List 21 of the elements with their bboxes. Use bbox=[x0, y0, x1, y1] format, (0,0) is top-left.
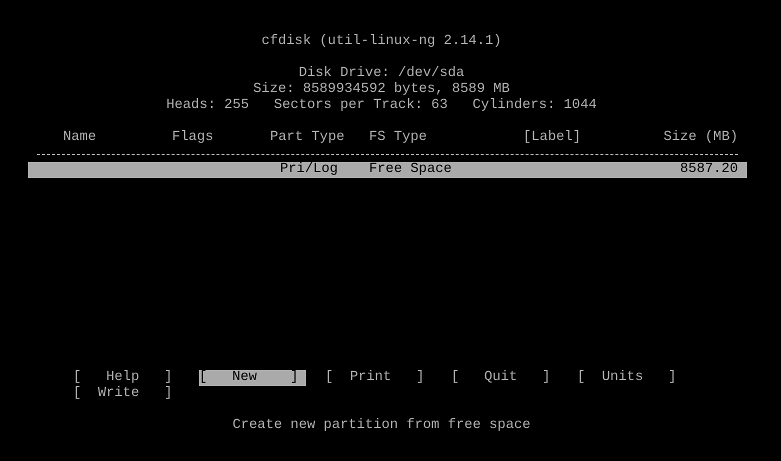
table-cell-text: Pri/Log bbox=[279, 162, 339, 178]
column-header: Name bbox=[63, 130, 98, 146]
column-header: [Label] bbox=[523, 130, 582, 146]
column-header: Size (MB) bbox=[662, 130, 738, 146]
disk-geometry-text: Heads: 255 Sectors per Track: 63 Cylinders: 1044 bbox=[166, 98, 597, 113]
menu-button[interactable]: [ Quit ] bbox=[451, 370, 558, 386]
column-header: FS Type bbox=[369, 130, 428, 146]
partition-row[interactable]: Pri/Log Free Space 8587.20 bbox=[28, 162, 747, 178]
menu-button[interactable]: [ Print ] bbox=[325, 370, 432, 386]
menu-button[interactable]: [ Units ] bbox=[577, 370, 684, 386]
table-cell-text: Free Space bbox=[369, 162, 453, 178]
disk-drive-text: Disk Drive: /dev/sda bbox=[298, 66, 464, 81]
menu-button[interactable]: [ New ] bbox=[199, 370, 306, 386]
column-header: Flags bbox=[172, 130, 214, 146]
status-message: Create new partition from free space bbox=[232, 418, 531, 433]
menu-button[interactable]: [ Help ] bbox=[73, 370, 180, 386]
menu-button[interactable]: [ Write ] bbox=[73, 386, 180, 402]
table-cell-text: 8587.20 bbox=[679, 162, 738, 178]
column-header: Part Type bbox=[270, 130, 346, 146]
disk-size-text: Size: 8589934592 bytes, 8589 MB bbox=[253, 82, 510, 97]
program-title: cfdisk (util-linux-ng 2.14.1) bbox=[261, 34, 502, 49]
